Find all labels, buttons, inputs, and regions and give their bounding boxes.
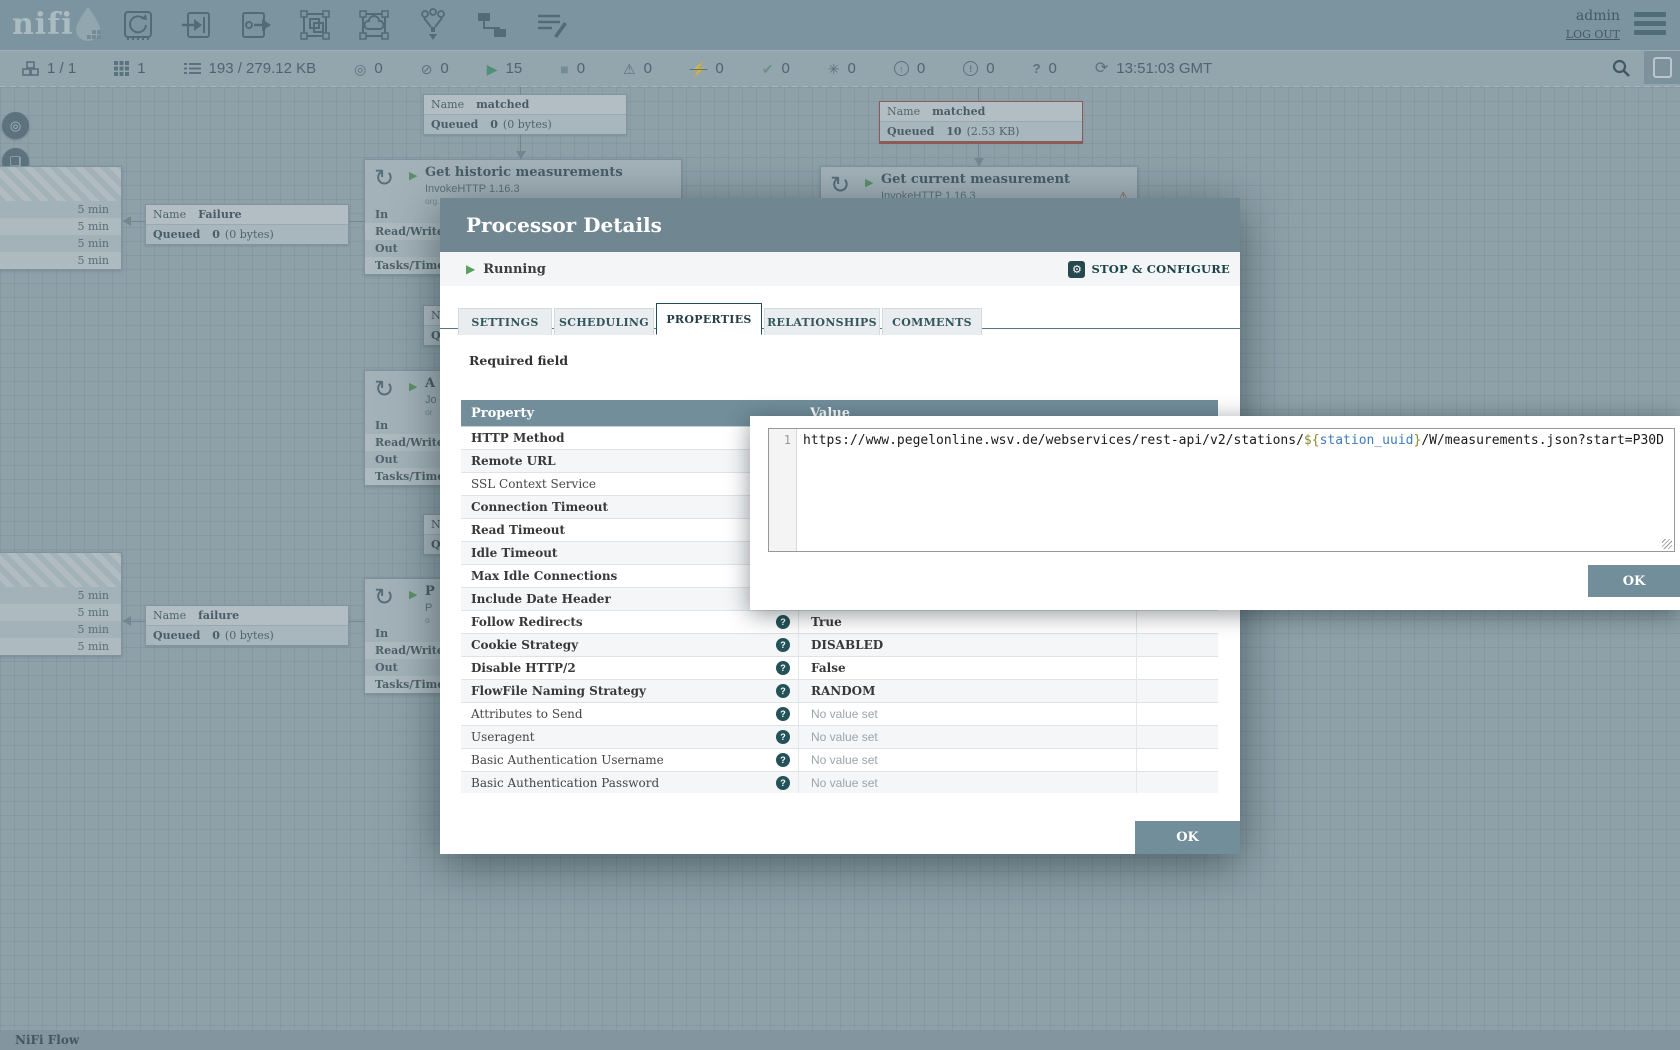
property-row-follow-redirects[interactable]: Follow Redirects ? True [461, 611, 1218, 634]
value-editor-popup: 1 https://www.pegelonline.wsv.de/webserv… [750, 416, 1680, 610]
property-row-disable-http2[interactable]: Disable HTTP/2 ? False [461, 657, 1218, 680]
help-icon[interactable]: ? [776, 753, 790, 767]
line-number: 1 [784, 433, 791, 447]
help-icon[interactable]: ? [776, 661, 790, 675]
property-row-cookie-strategy[interactable]: Cookie Strategy ? DISABLED [461, 634, 1218, 657]
dialog-title: Processor Details [466, 213, 662, 237]
run-status-row: ▶ Running ⚙ STOP & CONFIGURE [440, 252, 1240, 286]
nifi-app: nifi [0, 0, 1680, 1050]
tab-properties[interactable]: PROPERTIES [656, 303, 762, 335]
help-icon[interactable]: ? [776, 638, 790, 652]
tab-relationships[interactable]: RELATIONSHIPS [764, 308, 880, 335]
property-row-basic-auth-username[interactable]: Basic Authentication Username ? No value… [461, 749, 1218, 772]
property-row-basic-auth-password[interactable]: Basic Authentication Password ? No value… [461, 772, 1218, 793]
help-icon[interactable]: ? [776, 776, 790, 790]
property-column-header: Property [461, 406, 798, 421]
gear-icon: ⚙ [1068, 261, 1085, 278]
help-icon[interactable]: ? [776, 730, 790, 744]
resize-handle-icon[interactable] [1662, 539, 1672, 549]
line-number-gutter: 1 [769, 429, 797, 551]
required-field-note: Required field [469, 353, 568, 368]
editor-ok-button[interactable]: OK [1588, 565, 1680, 597]
dialog-tabs: SETTINGS SCHEDULING PROPERTIES RELATIONS… [458, 303, 984, 335]
expression-open: ${ [1304, 433, 1320, 448]
help-icon[interactable]: ? [776, 684, 790, 698]
expression-variable: station_uuid [1320, 433, 1414, 448]
help-icon[interactable]: ? [776, 707, 790, 721]
stop-and-configure-button[interactable]: ⚙ STOP & CONFIGURE [1068, 261, 1230, 278]
remote-url-value[interactable]: https://www.pegelonline.wsv.de/webservic… [797, 429, 1674, 551]
dialog-ok-button[interactable]: OK [1135, 821, 1240, 854]
value-editor-field[interactable]: 1 https://www.pegelonline.wsv.de/webserv… [768, 428, 1675, 552]
run-status-label: Running [483, 262, 546, 277]
help-icon[interactable]: ? [776, 615, 790, 629]
running-icon: ▶ [466, 262, 475, 276]
property-row-useragent[interactable]: Useragent ? No value set [461, 726, 1218, 749]
property-row-attributes-to-send[interactable]: Attributes to Send ? No value set [461, 703, 1218, 726]
dialog-header: Processor Details [440, 198, 1240, 252]
tab-scheduling[interactable]: SCHEDULING [554, 308, 654, 335]
tab-comments[interactable]: COMMENTS [882, 308, 982, 335]
property-row-flowfile-naming-strategy[interactable]: FlowFile Naming Strategy ? RANDOM [461, 680, 1218, 703]
tab-settings[interactable]: SETTINGS [458, 308, 552, 335]
